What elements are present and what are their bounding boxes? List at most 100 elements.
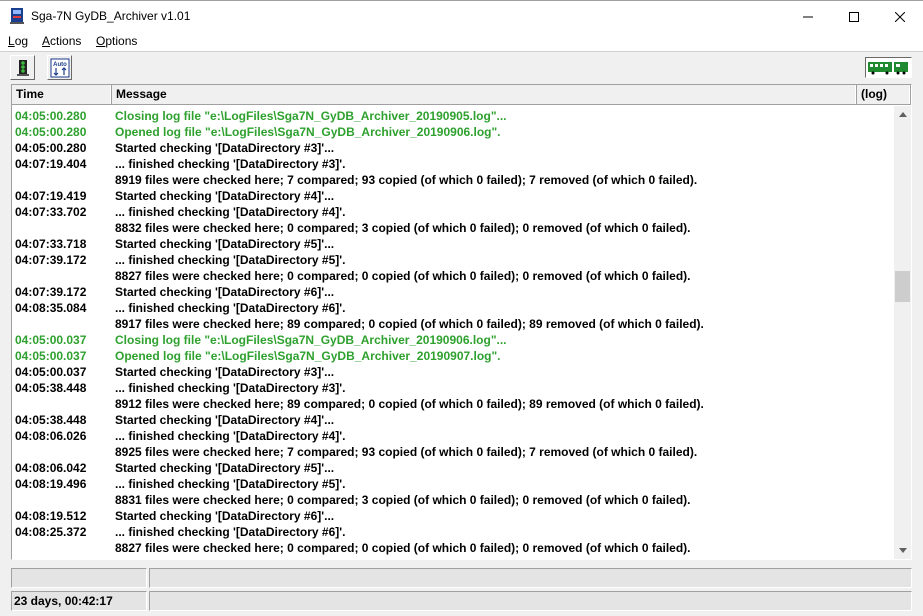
log-row[interactable]: 04:05:00.280 Closing log file "e:\LogFile… <box>12 108 893 124</box>
column-header-message[interactable]: Message <box>112 85 857 104</box>
column-header-time[interactable]: Time <box>12 85 112 104</box>
log-row[interactable]: 04:07:39.172 ... finished checking '[Data… <box>12 252 893 268</box>
log-row[interactable]: 04:07:19.419 Started checking '[DataDirec… <box>12 188 893 204</box>
log-row-time: 04:07:19.419 <box>15 189 87 203</box>
log-row-message: Closing log file "e:\LogFiles\Sga7N_GyDB… <box>115 333 507 347</box>
menu-log[interactable]: Log <box>8 34 28 48</box>
auto-button[interactable]: Auto <box>47 55 72 80</box>
menu-options[interactable]: Options <box>96 34 137 48</box>
log-row-message: ... finished checking '[DataDirectory #6… <box>115 525 346 539</box>
status-pane-4 <box>149 591 912 611</box>
log-row-message: 8919 files were checked here; 7 compared… <box>115 173 698 187</box>
log-row[interactable]: 04:08:19.496 ... finished checking '[Data… <box>12 476 893 492</box>
status-pane-1 <box>11 568 147 588</box>
column-header-log[interactable]: (log) <box>857 85 911 104</box>
log-row-time: 04:07:33.702 <box>15 205 87 219</box>
log-row[interactable]: 04:08:35.084 ... finished checking '[Data… <box>12 300 893 316</box>
log-row[interactable]: 8831 files were checked here; 0 compared… <box>12 492 893 508</box>
log-row[interactable]: 8832 files were checked here; 0 compared… <box>12 220 893 236</box>
log-row[interactable]: 04:08:25.372 ... finished checking '[Data… <box>12 524 893 540</box>
log-row[interactable]: 8827 files were checked here; 0 compared… <box>12 540 893 556</box>
log-row[interactable]: 8919 files were checked here; 7 compared… <box>12 172 893 188</box>
log-row-time: 04:08:19.496 <box>15 477 87 491</box>
log-row-time: 04:08:06.042 <box>15 461 87 475</box>
log-row[interactable]: 04:05:00.037 Opened log file "e:\LogFiles… <box>12 348 893 364</box>
log-row-message: 8832 files were checked here; 0 compared… <box>115 221 691 235</box>
log-row-message: ... finished checking '[DataDirectory #4… <box>115 205 346 219</box>
log-row-message: 8917 files were checked here; 89 compare… <box>115 317 704 331</box>
log-row[interactable]: 8917 files were checked here; 89 compare… <box>12 316 893 332</box>
status-bar: 23 days, 00:42:17 <box>0 565 923 616</box>
log-row[interactable]: 04:05:00.280 Opened log file "e:\LogFiles… <box>12 124 893 140</box>
log-row[interactable]: 04:07:33.718 Started checking '[DataDirec… <box>12 236 893 252</box>
log-row-time: 04:05:00.280 <box>15 125 87 139</box>
uptime-display: 23 days, 00:42:17 <box>11 591 147 611</box>
log-row-message: Started checking '[DataDirectory #4]'... <box>115 413 335 427</box>
log-list[interactable]: Time Message (log) 04:05:00.280 Closing l… <box>11 84 912 560</box>
vertical-scrollbar[interactable] <box>894 106 911 559</box>
log-row[interactable]: 04:07:33.702 ... finished checking '[Data… <box>12 204 893 220</box>
status-light-button[interactable] <box>10 55 35 80</box>
menu-actions-label: ctions <box>50 34 82 48</box>
log-row-message: 8827 files were checked here; 0 compared… <box>115 269 691 283</box>
title-bar[interactable]: Sga-7N GyDB_Archiver v1.01 <box>0 0 923 31</box>
scroll-up-button[interactable] <box>894 106 911 123</box>
log-row[interactable]: 04:05:00.037 Closing log file "e:\LogFile… <box>12 332 893 348</box>
maximize-button[interactable] <box>831 1 877 32</box>
log-row[interactable]: 04:07:19.404 ... finished checking '[Data… <box>12 156 893 172</box>
log-row[interactable]: 04:05:00.037 Started checking '[DataDirec… <box>12 364 893 380</box>
log-row-message: Closing log file "e:\LogFiles\Sga7N_GyDB… <box>115 109 507 123</box>
log-row-message: Started checking '[DataDirectory #4]'... <box>115 189 335 203</box>
log-row-time: 04:05:00.037 <box>15 333 87 347</box>
scroll-thumb[interactable] <box>895 271 910 302</box>
log-row[interactable]: 04:05:00.280 Started checking '[DataDirec… <box>12 140 893 156</box>
menu-actions[interactable]: Actions <box>42 34 81 48</box>
minimize-icon <box>803 16 813 17</box>
log-row-time: 04:05:00.037 <box>15 365 87 379</box>
log-row-message: Started checking '[DataDirectory #3]'... <box>115 365 335 379</box>
window-title: Sga-7N GyDB_Archiver v1.01 <box>31 9 191 23</box>
log-row[interactable]: 8827 files were checked here; 0 compared… <box>12 268 893 284</box>
log-row-message: 8827 files were checked here; 0 compared… <box>115 541 691 555</box>
log-row-message: Started checking '[DataDirectory #5]'... <box>115 237 335 251</box>
status-pane-2 <box>149 568 912 588</box>
log-row[interactable]: 8925 files were checked here; 7 compared… <box>12 444 893 460</box>
scroll-down-button[interactable] <box>894 542 911 559</box>
log-row-message: 8831 files were checked here; 0 compared… <box>115 493 691 507</box>
log-row-message: Started checking '[DataDirectory #5]'... <box>115 461 335 475</box>
log-row[interactable]: 04:05:38.448 ... finished checking '[Data… <box>12 380 893 396</box>
log-row-time: 04:07:19.404 <box>15 157 87 171</box>
close-button[interactable] <box>877 1 923 32</box>
log-row[interactable]: 04:07:39.172 Started checking '[DataDirec… <box>12 284 893 300</box>
menu-options-label: ptions <box>105 34 138 48</box>
log-row[interactable]: 8912 files were checked here; 89 compare… <box>12 396 893 412</box>
log-row-message: Started checking '[DataDirectory #6]'... <box>115 285 335 299</box>
log-row-message: ... finished checking '[DataDirectory #5… <box>115 477 346 491</box>
log-row-time: 04:05:00.280 <box>15 109 87 123</box>
arrow-down-icon <box>898 548 907 553</box>
log-row-time: 04:08:19.512 <box>15 509 87 523</box>
log-row-time: 04:07:33.718 <box>15 237 87 251</box>
log-row-time: 04:05:38.448 <box>15 413 87 427</box>
log-row-message: ... finished checking '[DataDirectory #6… <box>115 301 346 315</box>
log-row-time: 04:05:38.448 <box>15 381 87 395</box>
close-icon <box>895 11 905 22</box>
log-rows: 04:05:00.280 Closing log file "e:\LogFile… <box>12 108 893 558</box>
log-row-message: 8912 files were checked here; 89 compare… <box>115 397 704 411</box>
log-row[interactable]: 04:08:06.026 ... finished checking '[Data… <box>12 428 893 444</box>
maximize-icon <box>849 11 859 22</box>
log-row-time: 04:07:39.172 <box>15 285 87 299</box>
log-row-time: 04:07:39.172 <box>15 253 87 267</box>
log-row-message: Started checking '[DataDirectory #3]'... <box>115 141 335 155</box>
log-row-time: 04:08:25.372 <box>15 525 87 539</box>
log-row[interactable]: 04:05:38.448 Started checking '[DataDirec… <box>12 412 893 428</box>
app-icon <box>10 8 24 24</box>
log-row[interactable]: 04:08:06.042 Started checking '[DataDirec… <box>12 460 893 476</box>
list-header: Time Message (log) <box>12 85 911 105</box>
log-row-message: ... finished checking '[DataDirectory #5… <box>115 253 346 267</box>
log-row[interactable]: 04:08:19.512 Started checking '[DataDirec… <box>12 508 893 524</box>
train-icon <box>868 62 908 75</box>
minimize-button[interactable] <box>785 1 831 32</box>
log-row-message: 8925 files were checked here; 7 compared… <box>115 445 698 459</box>
menu-actions-accel: A <box>42 34 51 48</box>
